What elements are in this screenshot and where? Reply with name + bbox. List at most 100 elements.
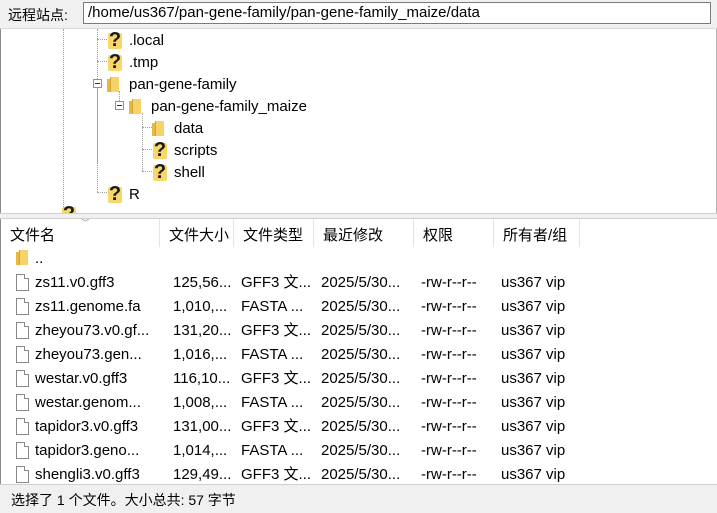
file-size: 1,016,... (173, 346, 228, 363)
file-modified: 2025/5/30... (321, 394, 401, 411)
column-header-label: 文件名 (10, 227, 56, 244)
remote-file-list[interactable]: ﹀ 文件名 文件大小 文件类型 最近修改 权限 所有者/组 .. zs11.v0… (0, 219, 717, 484)
column-header-owner-group[interactable]: 所有者/组 (494, 219, 580, 247)
file-owner-group: us367 vip (501, 442, 566, 459)
file-name: tapidor3.geno... (35, 442, 140, 459)
file-permissions: -rw-r--r-- (421, 274, 477, 291)
file-size: 1,014,... (173, 442, 228, 459)
remote-path-input[interactable]: /home/us367/pan-gene-family/pan-gene-fam… (83, 2, 711, 24)
tree-item-local[interactable]: ? .local (107, 29, 164, 51)
file-row[interactable]: tapidor3.v0.gff3 131,00... GFF3 文... 2025/5… (1, 415, 717, 439)
file-owner-group: us367 vip (501, 274, 566, 291)
file-modified: 2025/5/30... (321, 370, 401, 387)
column-header-label: 最近修改 (323, 227, 384, 244)
tree-item-shell[interactable]: ? shell (152, 161, 205, 183)
file-type: GFF3 文... (241, 322, 311, 339)
tree-line (142, 171, 152, 172)
file-modified: 2025/5/30... (321, 322, 401, 339)
file-permissions: -rw-r--r-- (421, 346, 477, 363)
file-permissions: -rw-r--r-- (421, 322, 477, 339)
folder-icon (152, 120, 168, 136)
file-name: westar.genom... (35, 394, 141, 411)
file-modified: 2025/5/30... (321, 346, 401, 363)
unknown-folder-icon: ? (108, 29, 122, 51)
file-row[interactable]: shengli3.v0.gff3 129,49... GFF3 文... 2025/5… (1, 463, 717, 484)
file-permissions: -rw-r--r-- (421, 442, 477, 459)
file-size: 116,10... (173, 370, 231, 387)
tree-item-tmp[interactable]: ? .tmp (107, 51, 158, 73)
file-type: FASTA ... (241, 394, 304, 411)
file-icon (16, 442, 29, 459)
sort-indicator-icon: ﹀ (81, 219, 91, 228)
file-name: westar.v0.gff3 (35, 370, 128, 387)
file-permissions: -rw-r--r-- (421, 370, 477, 387)
tree-item-scripts[interactable]: ? scripts (152, 139, 217, 161)
file-name: shengli3.v0.gff3 (35, 466, 140, 483)
file-row[interactable]: zheyou73.v0.gf... 131,20... GFF3 文... 2025/… (1, 319, 717, 343)
unknown-folder-icon: ? (108, 51, 122, 73)
file-icon (16, 298, 29, 315)
tree-line (97, 61, 107, 62)
file-size: 1,008,... (173, 394, 228, 411)
file-row[interactable]: zheyou73.gen... 1,016,... FASTA ... 2025/5/… (1, 343, 717, 367)
file-owner-group: us367 vip (501, 394, 566, 411)
file-row[interactable]: zs11.v0.gff3 125,56... GFF3 文... 2025/5/30.… (1, 271, 717, 295)
tree-item-r[interactable]: ? R (107, 183, 140, 205)
tree-item-label: pan-gene-family_maize (151, 97, 307, 115)
collapse-toggle-pan-gene-family[interactable] (93, 79, 102, 88)
file-modified: 2025/5/30... (321, 442, 401, 459)
file-size: 129,49... (173, 466, 231, 483)
tree-item-pan-gene-family[interactable]: pan-gene-family (107, 73, 237, 95)
tree-item-partial[interactable]: ? (61, 203, 77, 213)
status-bar: 选择了 1 个文件。大小总共: 57 字节 (0, 484, 717, 513)
remote-site-bar: 远程站点: /home/us367/pan-gene-family/pan-ge… (0, 0, 717, 29)
file-permissions: -rw-r--r-- (421, 418, 477, 435)
file-owner-group: us367 vip (501, 418, 566, 435)
file-icon (16, 418, 29, 435)
folder-icon (107, 76, 123, 92)
file-type: FASTA ... (241, 442, 304, 459)
file-owner-group: us367 vip (501, 346, 566, 363)
unknown-folder-icon: ? (61, 204, 77, 213)
column-header-filetype[interactable]: 文件类型 (234, 219, 314, 247)
file-owner-group: us367 vip (501, 370, 566, 387)
column-header-filesize[interactable]: 文件大小 (160, 219, 234, 247)
file-icon (16, 322, 29, 339)
column-header-filename[interactable]: ﹀ 文件名 (1, 219, 160, 247)
column-header-label: 所有者/组 (503, 227, 568, 244)
file-row[interactable]: zs11.genome.fa 1,010,... FASTA ... 2025/5/3… (1, 295, 717, 319)
file-permissions: -rw-r--r-- (421, 394, 477, 411)
file-permissions: -rw-r--r-- (421, 298, 477, 315)
file-row[interactable]: westar.genom... 1,008,... FASTA ... 2025/5/… (1, 391, 717, 415)
file-modified: 2025/5/30... (321, 298, 401, 315)
remote-directory-tree[interactable]: ? .local ? .tmp pan-gene-family pan-gene… (0, 29, 717, 213)
tree-item-label: scripts (174, 141, 218, 159)
status-text: 选择了 1 个文件。大小总共: 57 字节 (11, 492, 236, 508)
tree-item-pan-gene-family-maize[interactable]: pan-gene-family_maize (129, 95, 307, 117)
column-header-modified[interactable]: 最近修改 (314, 219, 414, 247)
file-modified: 2025/5/30... (321, 466, 401, 483)
file-owner-group: us367 vip (501, 322, 566, 339)
file-owner-group: us367 vip (501, 466, 566, 483)
column-header-label: 文件类型 (243, 227, 304, 244)
file-type: GFF3 文... (241, 466, 311, 483)
file-name: zs11.v0.gff3 (35, 274, 115, 291)
tree-item-label: .tmp (129, 53, 159, 71)
file-name: tapidor3.v0.gff3 (35, 418, 139, 435)
tree-line (63, 29, 64, 213)
file-permissions: -rw-r--r-- (421, 466, 477, 483)
file-type: GFF3 文... (241, 370, 311, 387)
column-header-label: 文件大小 (169, 227, 230, 244)
tree-item-data[interactable]: data (152, 117, 203, 139)
file-row[interactable]: westar.v0.gff3 116,10... GFF3 文... 2025/5/3… (1, 367, 717, 391)
file-name: zheyou73.gen... (35, 346, 142, 363)
file-row[interactable]: tapidor3.geno... 1,014,... FASTA ... 2025/5… (1, 439, 717, 463)
unknown-folder-icon: ? (108, 183, 122, 205)
tree-line (142, 127, 152, 128)
column-header-permissions[interactable]: 权限 (414, 219, 494, 247)
collapse-toggle-pan-gene-family-maize[interactable] (115, 101, 124, 110)
tree-line (142, 113, 143, 171)
file-name: zheyou73.v0.gf... (35, 322, 150, 339)
file-type: GFF3 文... (241, 418, 311, 435)
parent-directory-row[interactable]: .. (1, 247, 717, 271)
